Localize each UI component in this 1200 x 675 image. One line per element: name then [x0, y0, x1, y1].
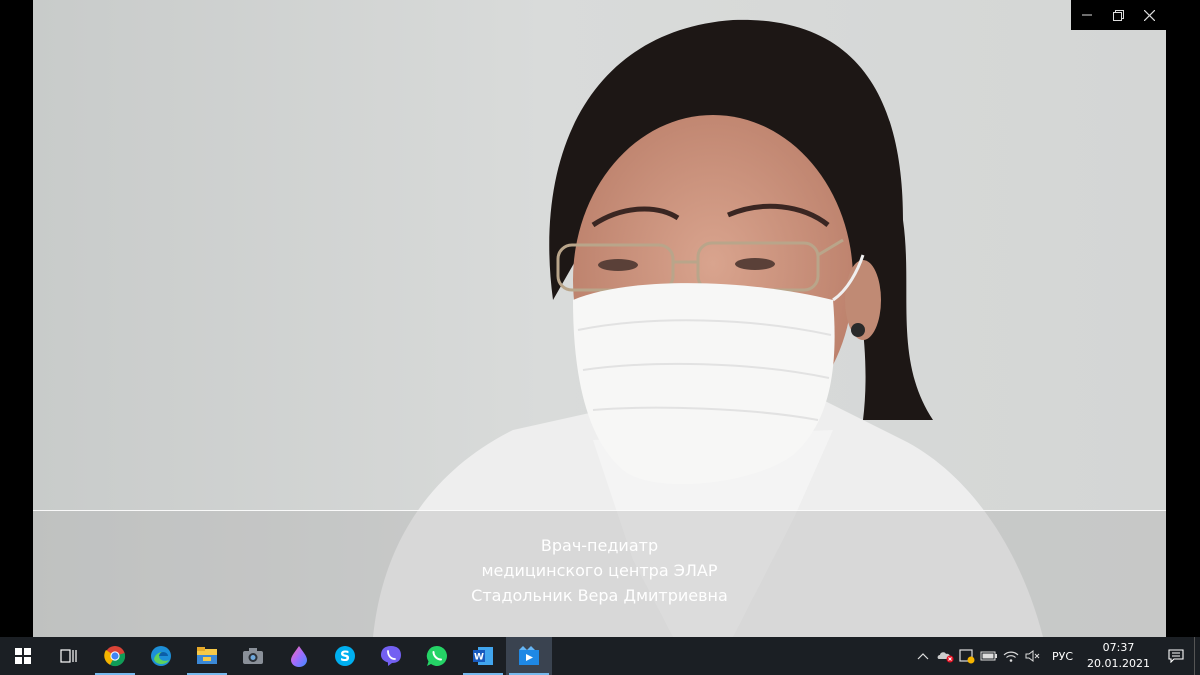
security-tray-button[interactable]	[956, 637, 978, 675]
wifi-tray-button[interactable]	[1000, 637, 1022, 675]
onedrive-tray-button[interactable]	[934, 637, 956, 675]
taskbar-app-movies-tv[interactable]	[506, 637, 552, 675]
taskbar-app-word[interactable]: W	[460, 637, 506, 675]
minimize-button[interactable]	[1071, 0, 1103, 30]
taskbar-app-drop[interactable]	[276, 637, 322, 675]
task-view-icon	[60, 649, 77, 663]
caption-line-title: Врач-педиатр	[540, 536, 659, 555]
show-desktop-button[interactable]	[1194, 637, 1200, 675]
wifi-icon	[1003, 651, 1019, 662]
onedrive-error-icon	[937, 652, 954, 663]
system-tray: РУС 07:37 20.01.2021	[912, 637, 1200, 675]
volume-muted-icon	[1025, 650, 1040, 662]
camera-icon	[243, 648, 263, 664]
battery-tray-button[interactable]	[978, 637, 1000, 675]
taskbar-app-file-explorer[interactable]	[184, 637, 230, 675]
notification-icon	[1168, 649, 1184, 663]
action-center-button[interactable]	[1158, 637, 1194, 675]
skype-letter: S	[340, 649, 350, 665]
clock-date: 20.01.2021	[1087, 657, 1150, 670]
skype-icon: S	[335, 646, 355, 666]
viber-icon	[381, 646, 401, 666]
caption-line-name: Стадольник Вера Дмитриевна	[471, 586, 728, 605]
defender-warning-icon	[959, 649, 975, 664]
taskbar-app-chrome[interactable]	[92, 637, 138, 675]
drop-app-icon	[291, 646, 307, 667]
taskbar-app-camera[interactable]	[230, 637, 276, 675]
clock-time: 07:37	[1102, 641, 1135, 654]
taskbar-app-skype[interactable]: S	[322, 637, 368, 675]
whatsapp-icon	[426, 645, 447, 666]
taskbar-app-viber[interactable]	[368, 637, 414, 675]
task-view-button[interactable]	[46, 637, 92, 675]
word-icon: W	[473, 647, 493, 665]
window-controls	[1071, 0, 1166, 30]
show-hidden-icons-button[interactable]	[912, 637, 934, 675]
start-button[interactable]	[0, 637, 46, 675]
battery-icon	[980, 651, 997, 661]
close-button[interactable]	[1134, 0, 1166, 30]
caption-overlay: Врач-педиатр медицинского центра ЭЛАР Ст…	[33, 510, 1166, 637]
chrome-icon	[104, 646, 126, 667]
caption-text: Врач-педиатр медицинского центра ЭЛАР Ст…	[33, 533, 1166, 608]
restore-icon	[1112, 9, 1124, 21]
taskbar-app-edge[interactable]	[138, 637, 184, 675]
edge-icon	[151, 646, 171, 666]
word-letter: W	[474, 653, 484, 663]
taskbar: S W РУС 07:37 20.01.2021	[0, 637, 1200, 675]
close-icon	[1144, 9, 1156, 21]
windows-start-icon	[15, 648, 31, 664]
volume-tray-button[interactable]	[1022, 637, 1044, 675]
restore-button[interactable]	[1103, 0, 1135, 30]
taskbar-app-whatsapp[interactable]	[414, 637, 460, 675]
chevron-up-icon	[917, 653, 929, 660]
clock[interactable]: 07:37 20.01.2021	[1081, 640, 1158, 672]
movies-tv-icon	[519, 646, 539, 665]
input-language-indicator[interactable]: РУС	[1044, 650, 1081, 663]
minimize-icon	[1081, 14, 1092, 16]
file-explorer-icon	[197, 647, 217, 664]
caption-line-organization: медицинского центра ЭЛАР	[481, 561, 718, 580]
